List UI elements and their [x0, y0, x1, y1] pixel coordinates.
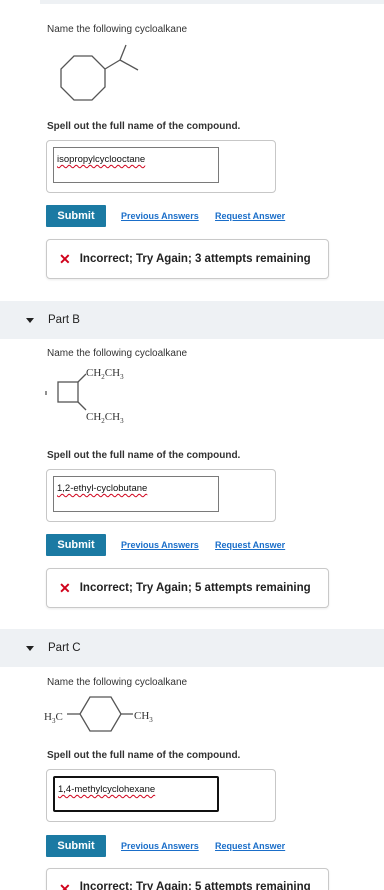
answer-field-container: 1,2-ethyl-cyclobutane	[46, 469, 276, 522]
instruction-text: Spell out the full name of the compound.	[47, 450, 241, 461]
part-c-header[interactable]: Part C	[0, 629, 384, 667]
svg-text:CH3: CH3	[134, 710, 153, 724]
request-answer-link[interactable]: Request Answer	[215, 211, 285, 221]
feedback-box: ✕ Incorrect; Try Again; 3 attempts remai…	[46, 239, 329, 279]
answer-input[interactable]: 1,4-methylcyclohexane	[53, 776, 219, 812]
svg-text:H3C: H3C	[44, 711, 63, 725]
feedback-text: Incorrect; Try Again; 3 attempts remaini…	[79, 253, 311, 265]
request-answer-link[interactable]: Request Answer	[215, 540, 285, 550]
previous-answers-link[interactable]: Previous Answers	[121, 841, 199, 851]
chevron-down-icon	[26, 317, 34, 323]
submit-button[interactable]: Submit	[46, 534, 106, 556]
section-divider	[40, 0, 384, 4]
submit-button[interactable]: Submit	[46, 835, 106, 857]
part-title: Part C	[48, 642, 81, 654]
request-answer-link[interactable]: Request Answer	[215, 841, 285, 851]
structure-dimethylcyclohexane: H3C CH3	[44, 696, 153, 732]
svg-text:CH2CH3: CH2CH3	[86, 367, 124, 381]
answer-input[interactable]: 1,2-ethyl-cyclobutane	[53, 476, 219, 512]
structure-diethylcyclobutane: CH2CH3 CH2CH3	[45, 367, 124, 424]
error-x-icon: ✕	[59, 579, 71, 596]
chevron-down-icon	[26, 645, 34, 651]
question-label: Name the following cycloalkane	[47, 348, 188, 359]
part-title: Part B	[48, 314, 80, 326]
answer-input[interactable]: isopropylcyclooctane	[53, 147, 219, 183]
instruction-text: Spell out the full name of the compound.	[47, 121, 241, 132]
feedback-box: ✕ Incorrect; Try Again; 5 attempts remai…	[46, 868, 329, 890]
previous-answers-link[interactable]: Previous Answers	[121, 211, 199, 221]
question-label: Name the following cycloalkane	[47, 24, 188, 35]
answer-field-container: isopropylcyclooctane	[46, 140, 276, 193]
submit-button[interactable]: Submit	[46, 205, 106, 227]
instruction-text: Spell out the full name of the compound.	[47, 750, 241, 761]
feedback-text: Incorrect; Try Again; 5 attempts remaini…	[79, 881, 311, 890]
feedback-text: Incorrect; Try Again; 5 attempts remaini…	[79, 582, 311, 594]
structure-isopropylcyclooctane	[60, 44, 139, 101]
error-x-icon: ✕	[59, 250, 71, 267]
previous-answers-link[interactable]: Previous Answers	[121, 540, 199, 550]
svg-text:CH2CH3: CH2CH3	[86, 411, 124, 424]
answer-field-container: 1,4-methylcyclohexane	[46, 769, 276, 822]
feedback-box: ✕ Incorrect; Try Again; 5 attempts remai…	[46, 568, 329, 608]
part-b-header[interactable]: Part B	[0, 301, 384, 339]
question-label: Name the following cycloalkane	[47, 677, 188, 688]
error-x-icon: ✕	[59, 881, 71, 890]
